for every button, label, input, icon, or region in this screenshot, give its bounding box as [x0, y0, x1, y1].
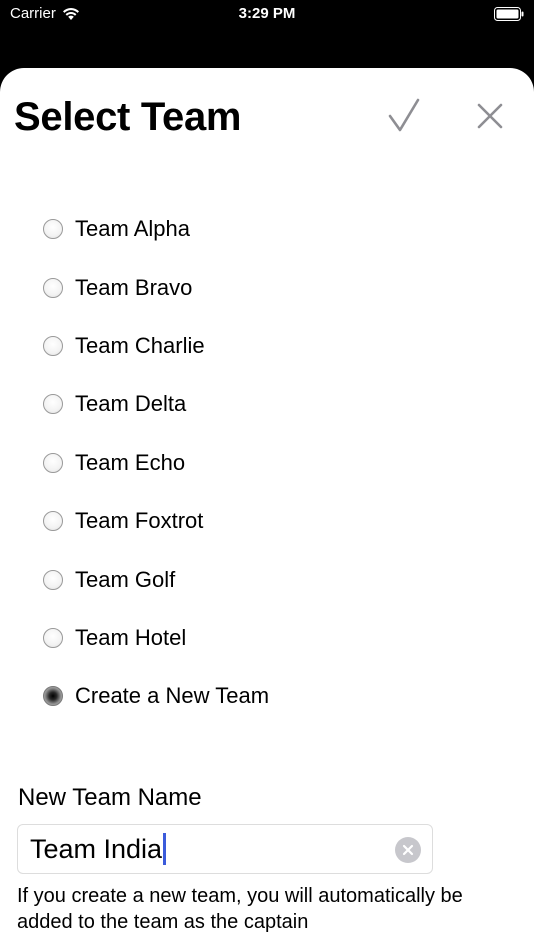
new-team-name-input[interactable]: Team India: [30, 825, 167, 873]
clear-text-button[interactable]: [395, 837, 421, 863]
team-option-label: Team Golf: [75, 566, 176, 592]
status-time: 3:29 PM: [238, 5, 296, 22]
new-team-name-label: New Team Name: [18, 784, 202, 811]
radio-button[interactable]: [43, 219, 63, 240]
clear-circle-icon: [402, 844, 414, 856]
team-option[interactable]: Team Foxtrot: [0, 492, 534, 550]
team-option[interactable]: Team Charlie: [0, 317, 534, 375]
team-option[interactable]: Team Bravo: [0, 258, 534, 316]
radio-button[interactable]: [43, 277, 63, 298]
team-option-create-new[interactable]: Create a New Team: [0, 667, 534, 725]
team-option[interactable]: Team Hotel: [0, 609, 534, 667]
confirm-button[interactable]: [384, 96, 424, 136]
radio-button[interactable]: [43, 394, 63, 415]
team-option-label: Team Foxtrot: [75, 508, 204, 534]
close-button[interactable]: [470, 96, 510, 136]
checkmark-icon: [388, 98, 420, 132]
team-option-label: Create a New Team: [75, 683, 270, 709]
input-value: Team India: [30, 834, 163, 864]
select-team-sheet: Select Team Team Alpha Team Bravo Team C…: [0, 68, 534, 950]
radio-button[interactable]: [43, 335, 63, 356]
team-option[interactable]: Team Golf: [0, 550, 534, 608]
radio-button[interactable]: [43, 627, 63, 648]
page-title: Select Team: [14, 95, 242, 139]
helper-text: If you create a new team, you will autom…: [17, 885, 463, 933]
team-option-label: Team Delta: [75, 391, 187, 417]
new-team-name-field[interactable]: Team India: [17, 824, 433, 874]
team-option-label: Team Bravo: [75, 274, 193, 300]
team-radio-list: Team Alpha Team Bravo Team Charlie Team …: [0, 200, 534, 726]
team-option-label: Team Echo: [75, 449, 186, 475]
status-bar: Carrier 3:29 PM: [0, 0, 534, 30]
team-option[interactable]: Team Echo: [0, 434, 534, 492]
text-caret: [163, 833, 167, 865]
team-option-label: Team Alpha: [75, 216, 190, 242]
radio-button[interactable]: [43, 452, 63, 473]
radio-button[interactable]: [43, 569, 63, 590]
radio-button-selected[interactable]: [43, 686, 63, 707]
team-option-label: Team Charlie: [75, 332, 205, 358]
battery-icon: [494, 7, 524, 21]
radio-button[interactable]: [43, 511, 63, 532]
close-icon: [477, 103, 503, 129]
team-option[interactable]: Team Delta: [0, 375, 534, 433]
team-option[interactable]: Team Alpha: [0, 200, 534, 258]
team-option-label: Team Hotel: [75, 624, 187, 650]
